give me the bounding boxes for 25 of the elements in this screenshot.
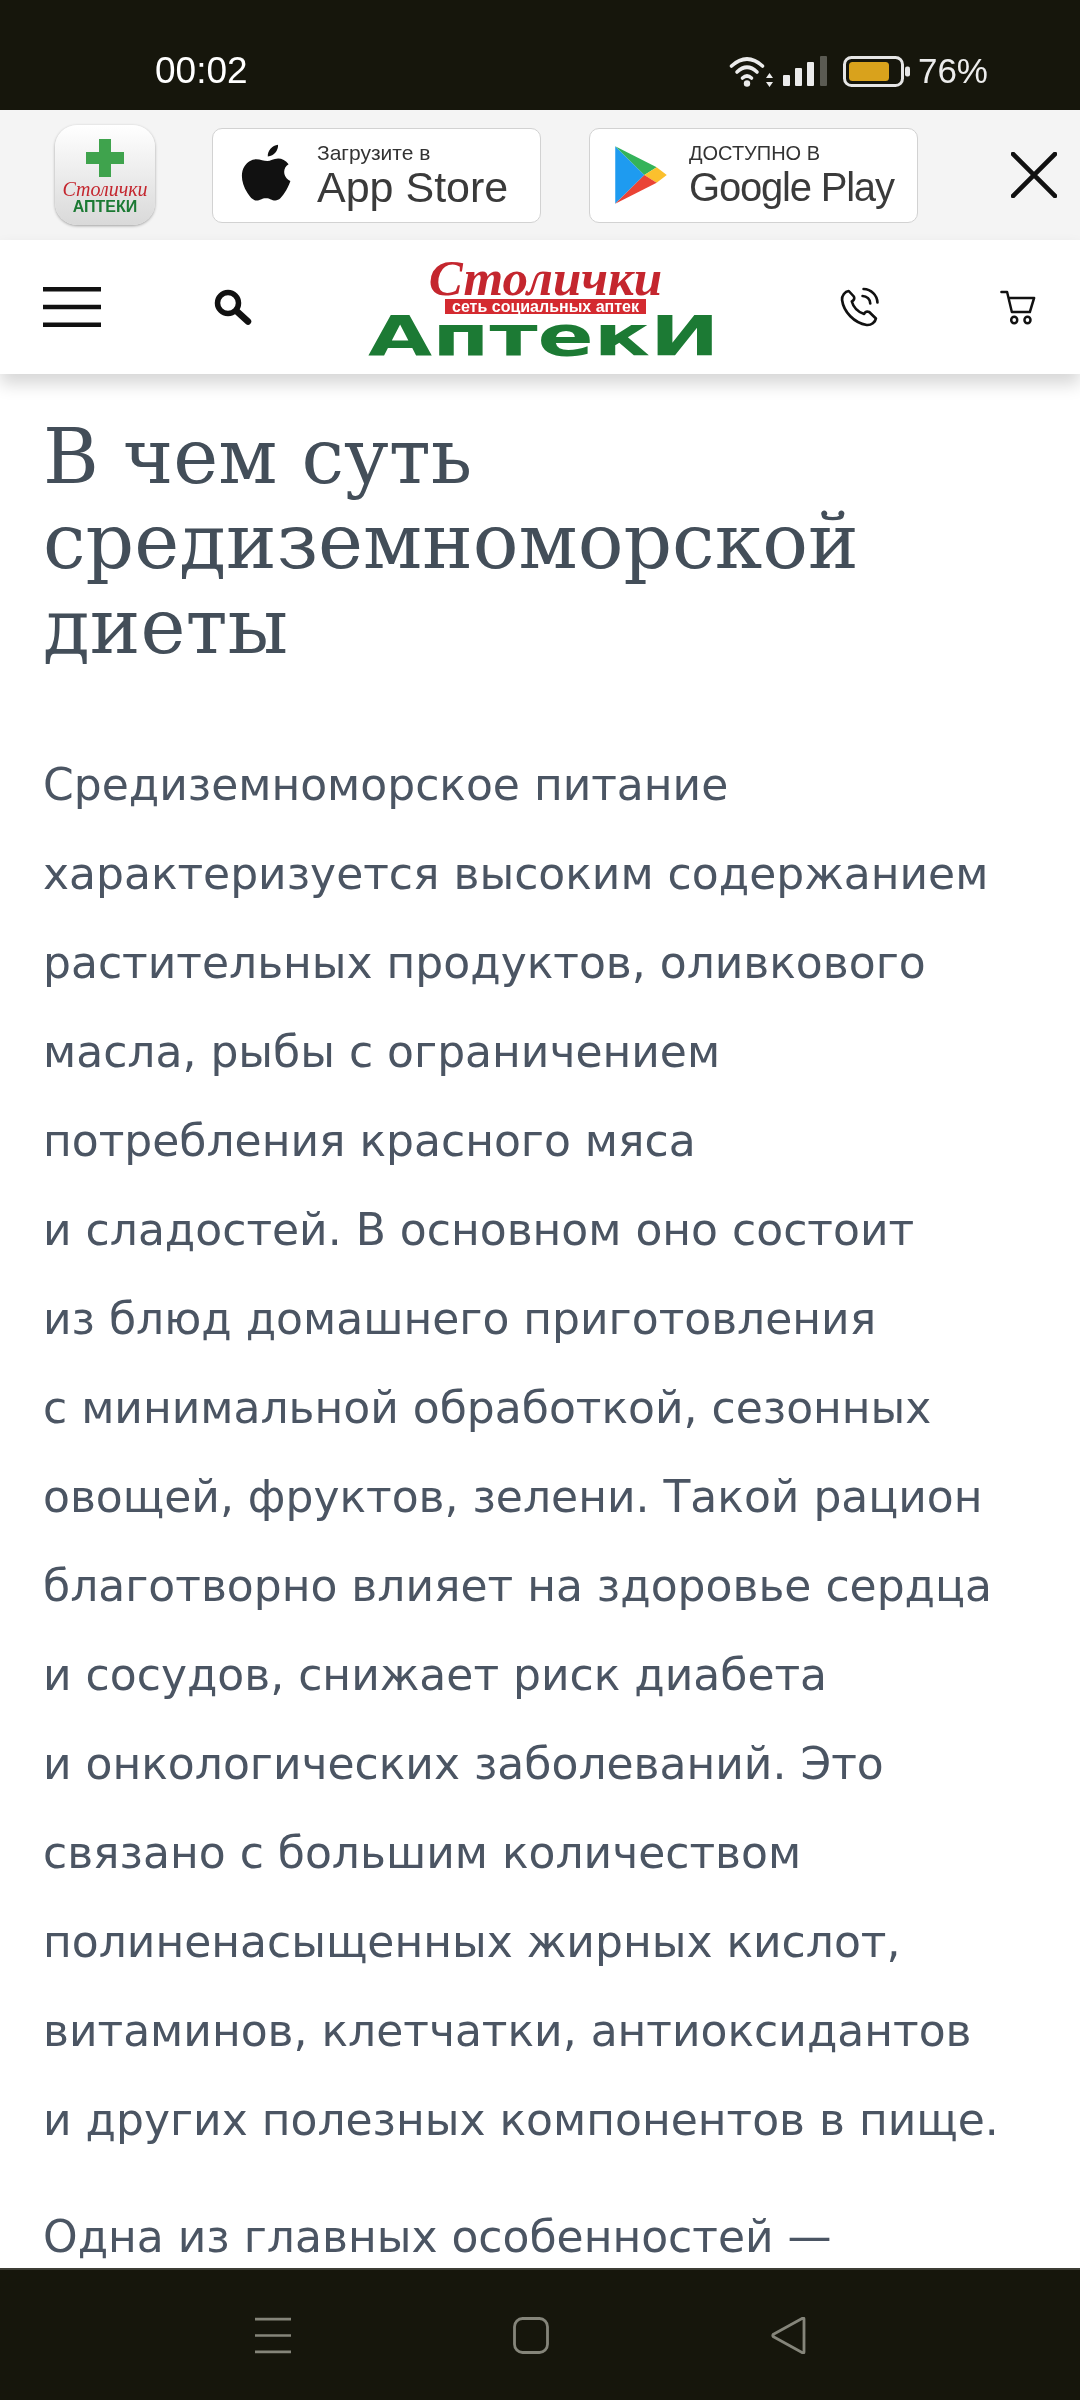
signal-icon [782,56,827,86]
logo-wordmark: АптекИ [368,314,720,357]
phone-icon[interactable] [839,287,880,327]
recent-apps-icon[interactable] [255,2316,291,2354]
menu-icon[interactable] [43,287,101,327]
cross-icon [86,139,124,177]
google-play-button[interactable]: ДОСТУПНО В Google Play [589,127,918,223]
app-logo-wordmark: АПТЕКИ [72,199,138,215]
logo-tagline: сеть социальных аптек [445,299,646,314]
wifi-icon [728,55,773,87]
app-store-button[interactable]: Загрузите в App Store [212,127,541,223]
search-icon[interactable] [213,289,253,325]
battery-percentage: 76% [917,51,988,91]
article-paragraph: Средиземноморское питание характеризуется высоким содержанием растительных продуктов, оливкового масла, рыбы с ограничением потребления красного мяса и сладостей. В основном оно состоит из блюд домашнего приготовления с минимальной обработкой, сезонных овощей, фруктов, зелени. Такой рацион благотворно влияет на здоровье сердца и сосудов, снижает риск диабета и онкологических заболеваний. Это связано с большим количеством полиненасыщенных жирных кислот, витаминов, клетчатки, антиоксидантов и других полезных компонентов в пище. [43,758,1000,2147]
cart-icon[interactable] [1000,289,1036,325]
clock-time: 00:02 [155,51,248,91]
article-title: В чем суть средиземноморской диеты [43,414,860,669]
logo-script: Столички [428,257,663,299]
app-logo-script: Столички [62,179,148,199]
home-icon[interactable] [513,2316,549,2354]
close-icon[interactable] [1011,152,1057,198]
play-triangle-icon [613,144,669,206]
back-icon[interactable] [771,2316,807,2354]
battery-icon [842,55,910,87]
article-paragraph: Одна из главных особенностей — [43,2210,833,2264]
